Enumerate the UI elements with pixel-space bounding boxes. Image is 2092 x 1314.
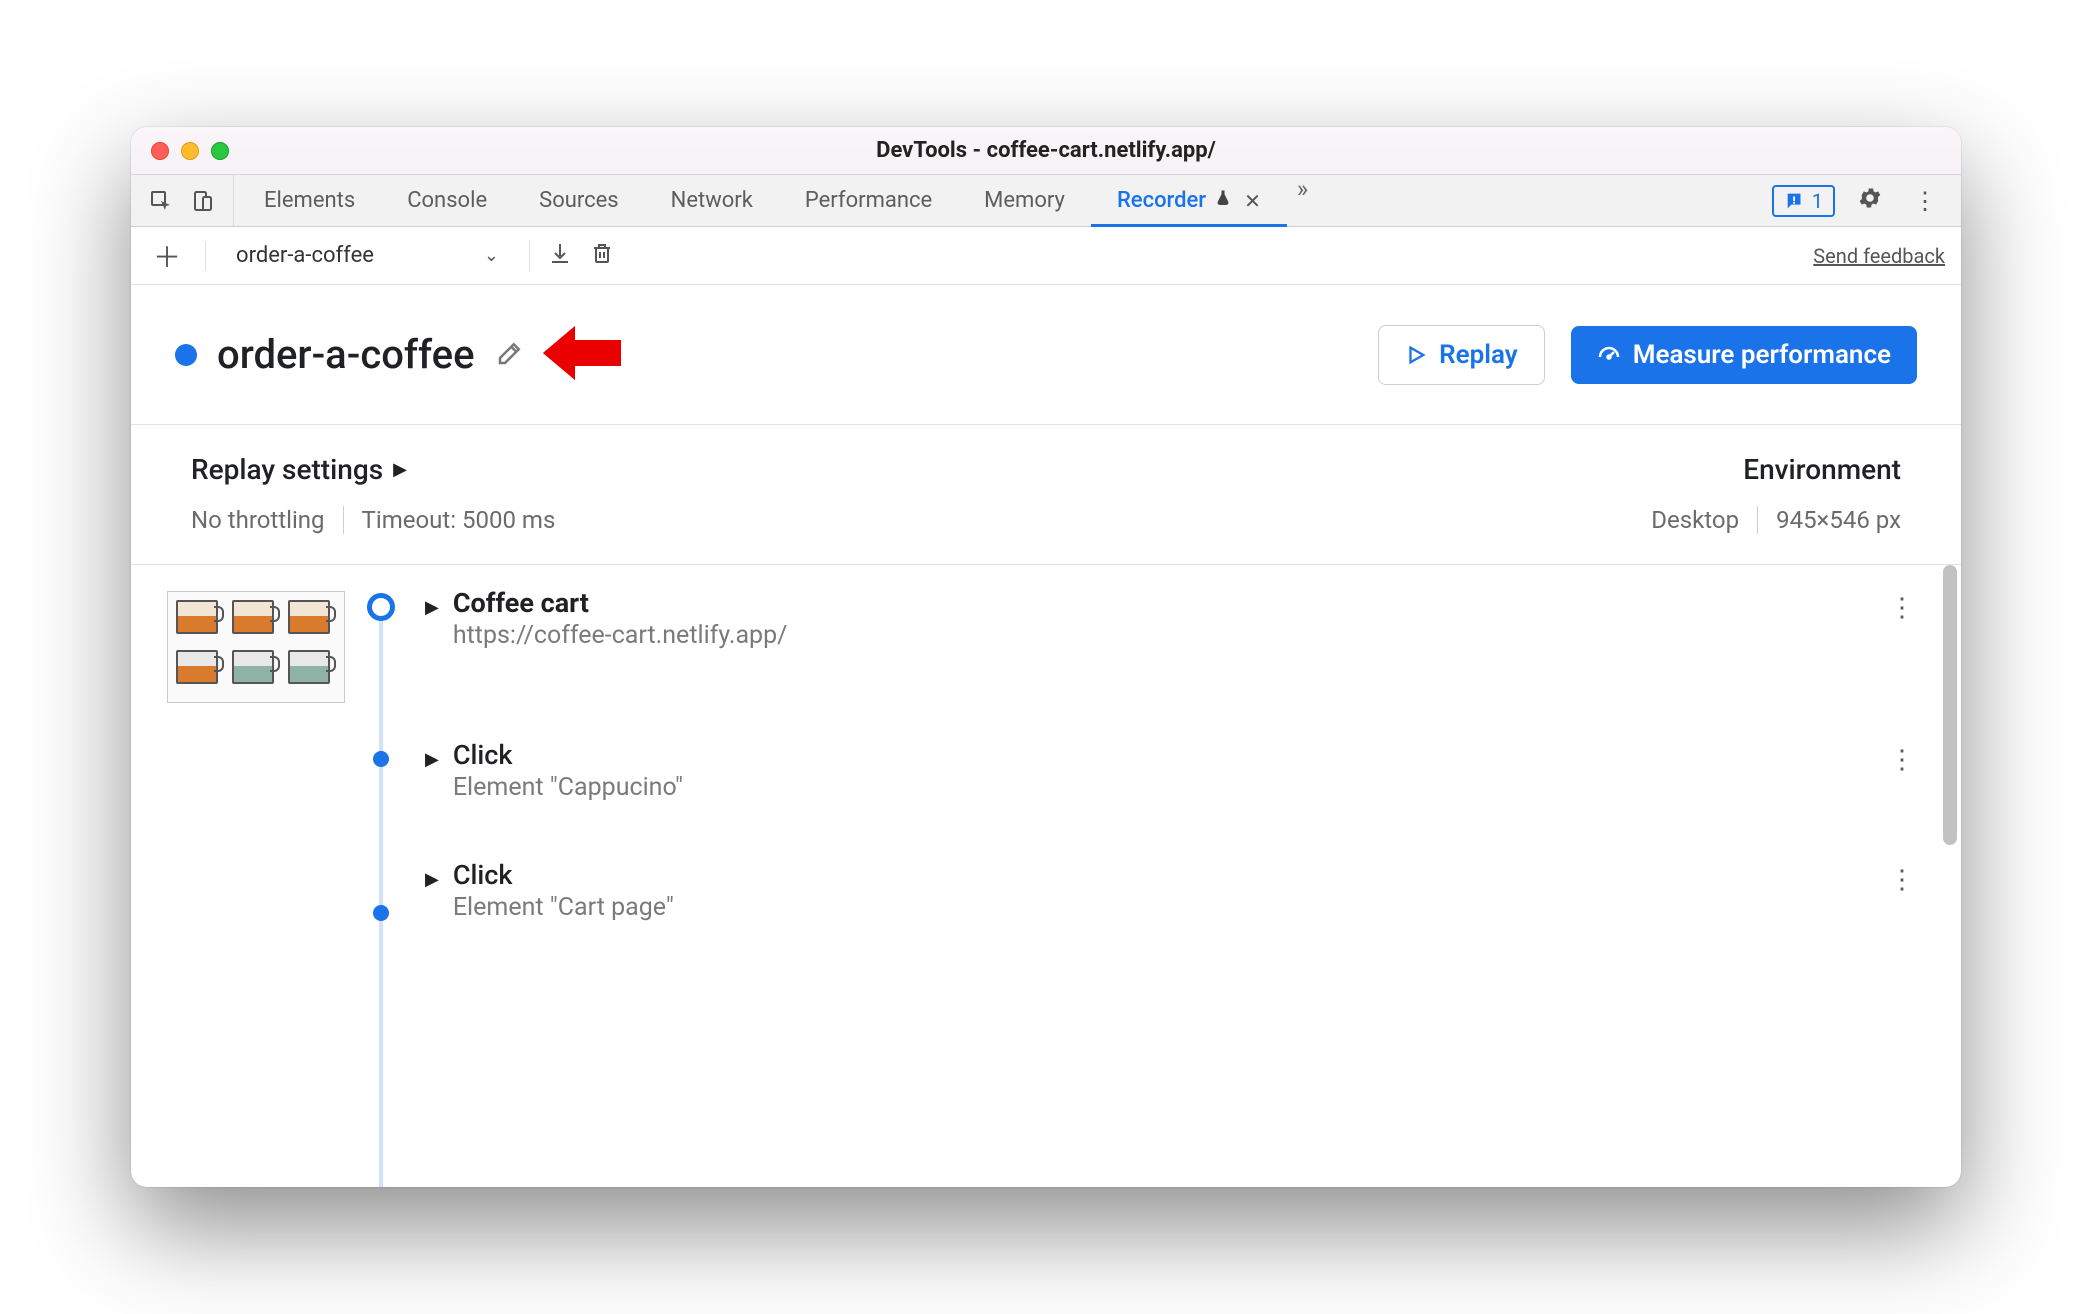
more-tabs-icon[interactable]: » (1287, 175, 1318, 226)
timeline-node (373, 905, 389, 921)
step-more-menu[interactable]: ⋮ (1877, 739, 1927, 781)
environment-label: Environment (1743, 453, 1901, 486)
environment-heading: Environment (1743, 453, 1901, 486)
step-thumbnail (167, 591, 345, 703)
steps-pane: ▶ Coffee cart https://coffee-cart.netlif… (131, 565, 1961, 1187)
step-title: Coffee cart (453, 587, 788, 619)
step-more-menu[interactable]: ⋮ (1877, 587, 1927, 629)
tab-label: Elements (264, 188, 355, 213)
settings-icon[interactable] (1849, 185, 1891, 217)
window-title: DevTools - coffee-cart.netlify.app/ (131, 138, 1961, 163)
environment-dimensions: 945×546 px (1776, 506, 1901, 534)
window-minimize-button[interactable] (181, 142, 199, 160)
tab-label: Recorder (1117, 188, 1206, 213)
replay-button-label: Replay (1439, 340, 1518, 370)
flask-icon (1214, 189, 1232, 212)
window-close-button[interactable] (151, 142, 169, 160)
recorder-toolbar: ＋ order-a-coffee ⌄ Send feedback (131, 227, 1961, 285)
annotation-arrow (543, 322, 621, 388)
scrollbar-thumb[interactable] (1943, 565, 1957, 845)
send-feedback-link[interactable]: Send feedback (1813, 244, 1945, 268)
tab-network[interactable]: Network (645, 175, 779, 226)
tab-list: Elements Console Sources Network Perform… (234, 175, 1772, 226)
tab-elements[interactable]: Elements (238, 175, 381, 226)
edit-title-button[interactable] (495, 338, 525, 372)
settings-bar: Replay settings ▶ No throttling Timeout:… (131, 425, 1961, 565)
tab-label: Sources (539, 188, 619, 213)
tab-label: Network (671, 188, 753, 213)
chevron-right-icon: ▶ (425, 597, 439, 618)
step-expand-toggle[interactable]: ▶ Click Element "Cart page" (425, 859, 674, 922)
recording-selector-label: order-a-coffee (236, 243, 374, 268)
separator (1757, 506, 1758, 534)
step-title: Click (453, 739, 683, 771)
steps-list: ▶ Coffee cart https://coffee-cart.netlif… (417, 587, 1933, 947)
chevron-right-icon: ▶ (425, 869, 439, 890)
measure-performance-label: Measure performance (1633, 340, 1891, 370)
window-zoom-button[interactable] (211, 142, 229, 160)
timeline (363, 587, 399, 1007)
step-title: Click (453, 859, 674, 891)
recording-header: order-a-coffee (131, 285, 1961, 425)
step-subtitle: Element "Cart page" (453, 893, 674, 922)
timeline-node (373, 751, 389, 767)
tab-label: Console (407, 188, 487, 213)
step-expand-toggle[interactable]: ▶ Click Element "Cappucino" (425, 739, 683, 802)
step-item: ▶ Click Element "Cart page" ⋮ (417, 827, 1933, 947)
close-tab-icon[interactable]: ✕ (1244, 189, 1261, 213)
step-item: ▶ Click Element "Cappucino" ⋮ (417, 707, 1933, 827)
titlebar: DevTools - coffee-cart.netlify.app/ (131, 127, 1961, 175)
tab-performance[interactable]: Performance (779, 175, 958, 226)
chevron-right-icon: ▶ (425, 749, 439, 770)
more-menu-icon[interactable]: ⋮ (1905, 187, 1945, 215)
timeline-node (367, 593, 395, 621)
separator (343, 506, 344, 534)
tab-label: Performance (805, 188, 932, 213)
replay-settings-toggle[interactable]: Replay settings ▶ (191, 453, 555, 486)
throttling-value[interactable]: No throttling (191, 506, 325, 534)
step-more-menu[interactable]: ⋮ (1877, 859, 1927, 901)
recording-title: order-a-coffee (217, 331, 475, 378)
tab-label: Memory (984, 188, 1065, 213)
tab-sources[interactable]: Sources (513, 175, 645, 226)
delete-button[interactable] (590, 241, 614, 271)
environment-device: Desktop (1651, 506, 1739, 534)
step-subtitle: https://coffee-cart.netlify.app/ (453, 621, 788, 650)
replay-settings-label: Replay settings (191, 453, 383, 486)
issues-count: 1 (1812, 189, 1823, 213)
step-expand-toggle[interactable]: ▶ Coffee cart https://coffee-cart.netlif… (425, 587, 787, 650)
step-subtitle: Element "Cappucino" (453, 773, 683, 802)
export-button[interactable] (548, 241, 572, 271)
separator (205, 241, 206, 271)
tab-recorder[interactable]: Recorder ✕ (1091, 175, 1287, 226)
device-toolbar-icon[interactable] (191, 189, 215, 213)
chevron-down-icon: ⌄ (484, 245, 499, 266)
chevron-right-icon: ▶ (393, 459, 407, 480)
issues-badge[interactable]: 1 (1772, 185, 1835, 217)
tab-memory[interactable]: Memory (958, 175, 1091, 226)
timeout-value[interactable]: Timeout: 5000 ms (362, 506, 556, 534)
step-item: ▶ Coffee cart https://coffee-cart.netlif… (417, 587, 1933, 707)
scrollbar[interactable] (1943, 565, 1957, 845)
devtools-tab-bar: Elements Console Sources Network Perform… (131, 175, 1961, 227)
devtools-window: DevTools - coffee-cart.netlify.app/ (131, 127, 1961, 1187)
recording-status-dot (175, 344, 197, 366)
recording-selector[interactable]: order-a-coffee ⌄ (224, 243, 511, 268)
separator (529, 241, 530, 271)
new-recording-button[interactable]: ＋ (147, 236, 187, 276)
tab-console[interactable]: Console (381, 175, 513, 226)
inspect-element-icon[interactable] (149, 189, 173, 213)
measure-performance-button[interactable]: Measure performance (1571, 326, 1917, 384)
replay-button[interactable]: Replay (1378, 325, 1545, 385)
